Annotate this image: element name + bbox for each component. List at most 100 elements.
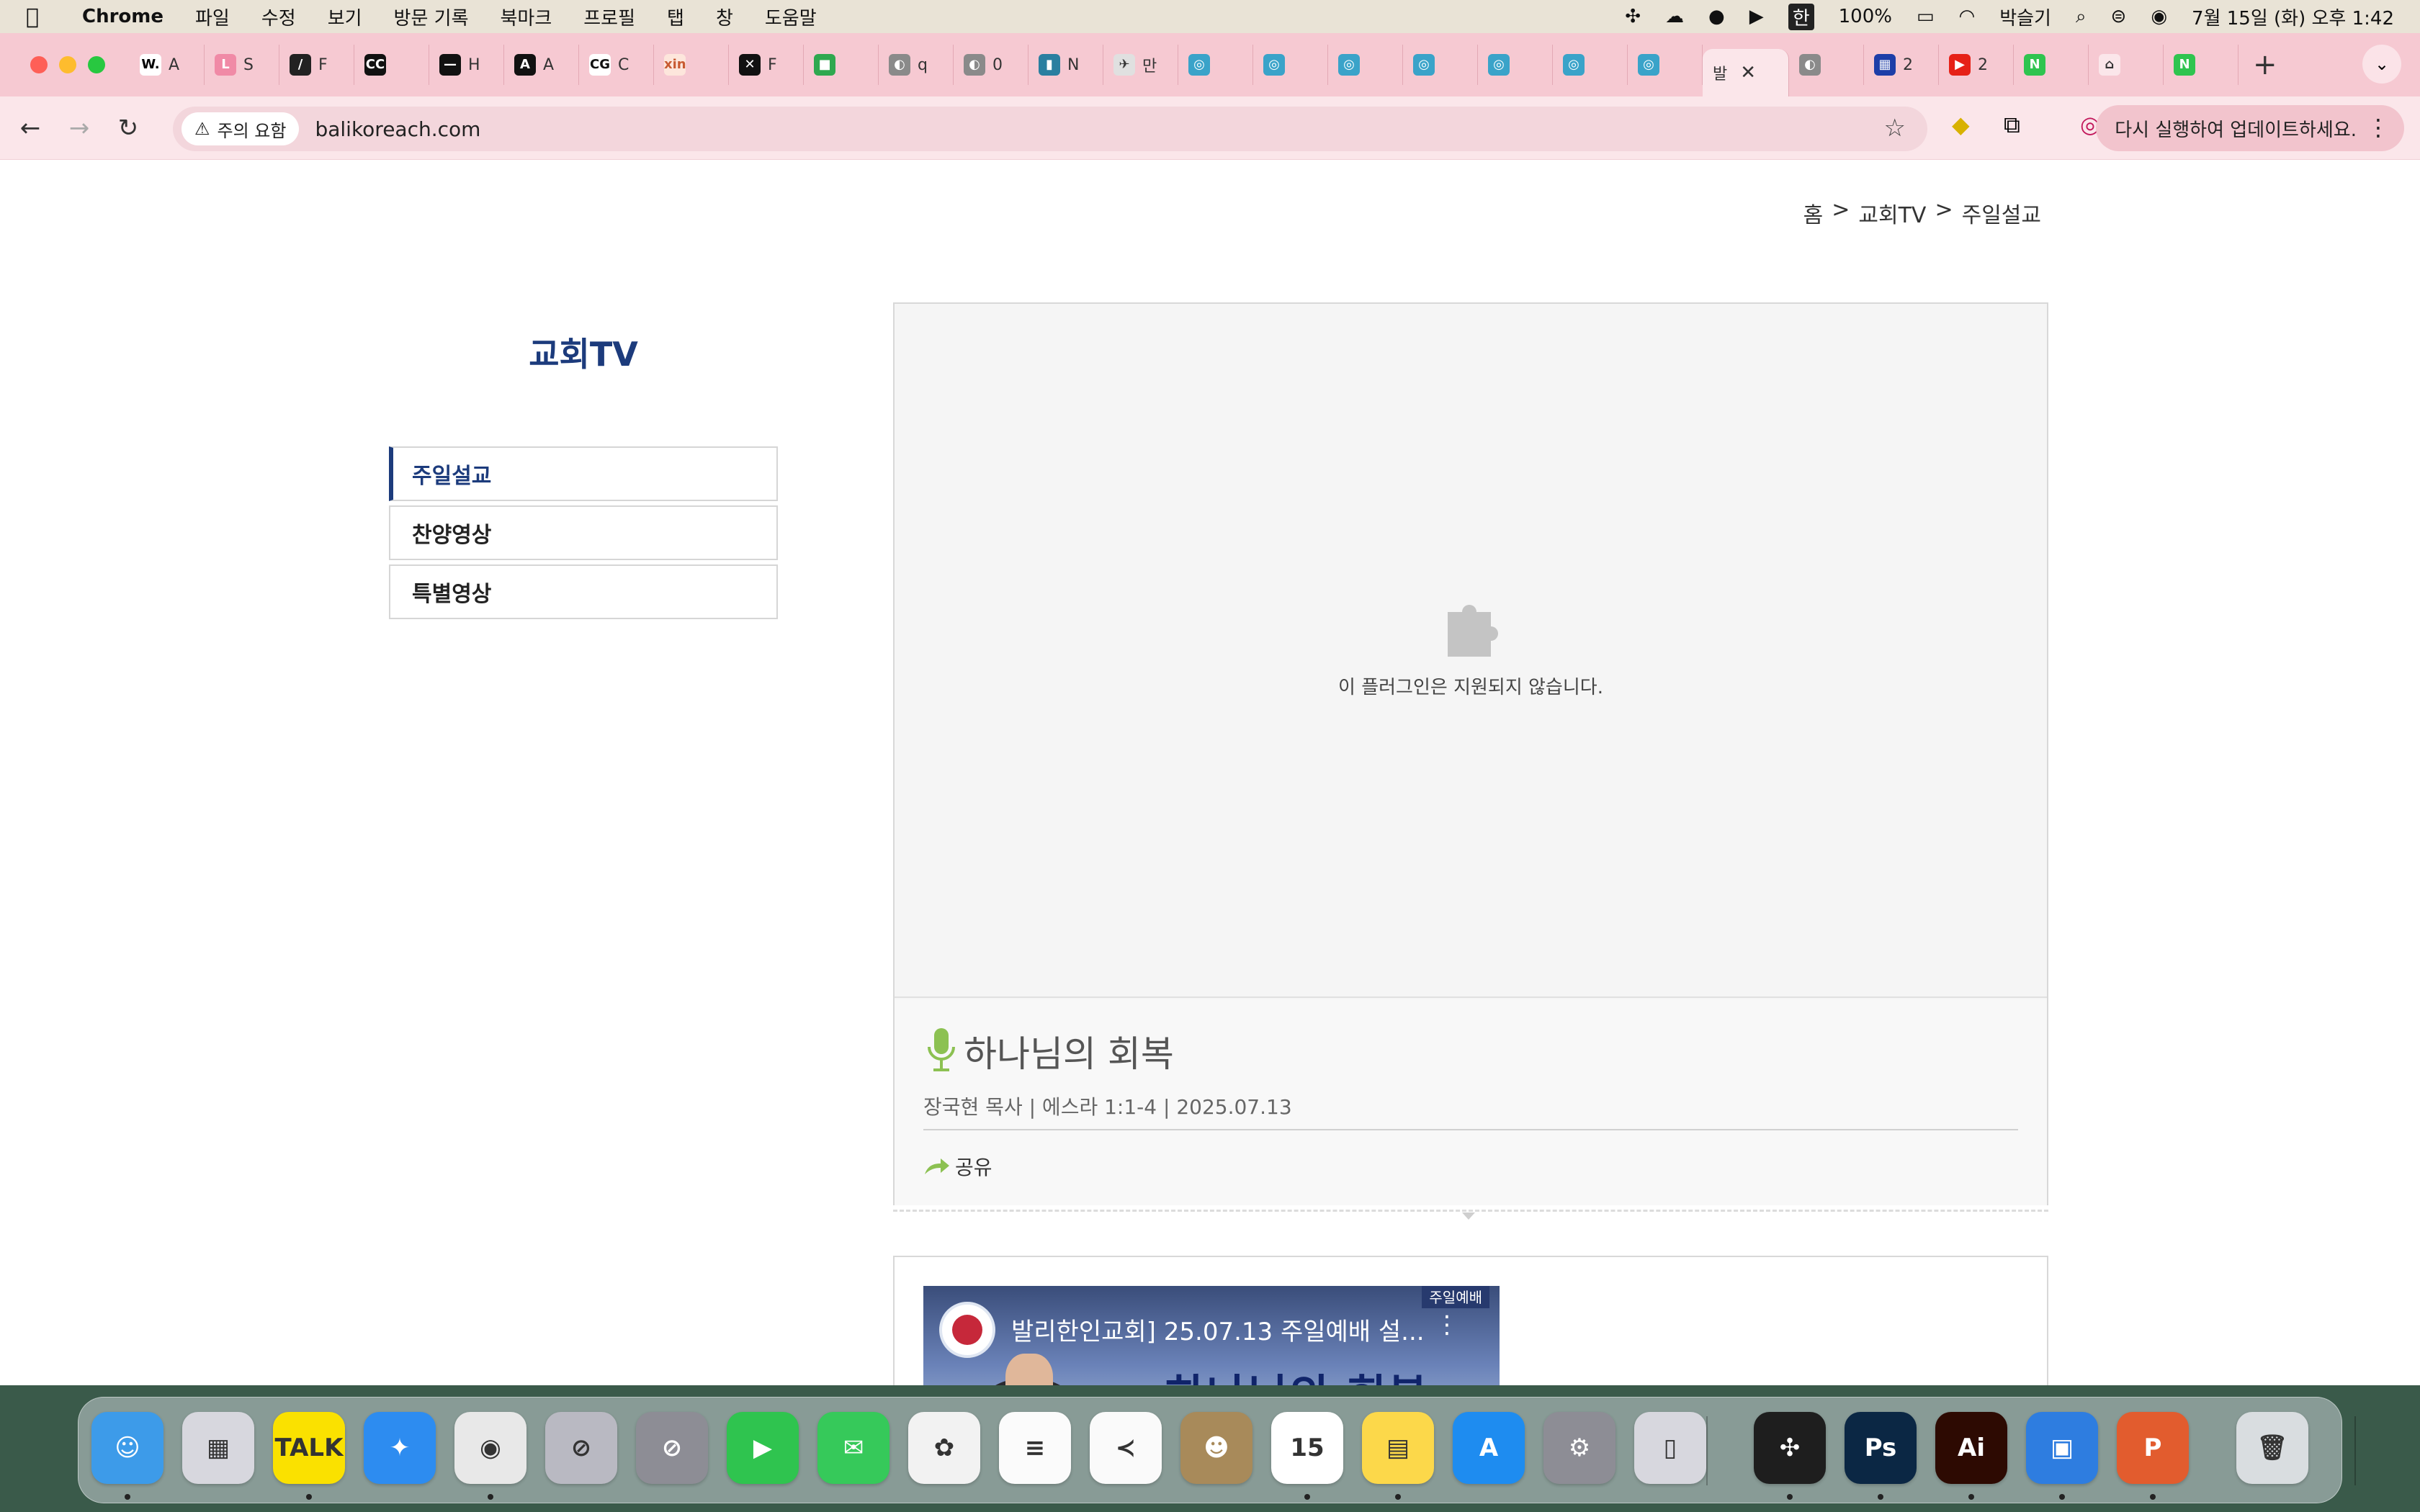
browser-tab[interactable]: ▮ N xyxy=(1028,45,1103,85)
notification-app-icon[interactable]: ● xyxy=(1708,6,1725,27)
menu-tab[interactable]: 탭 xyxy=(667,4,684,30)
channel-avatar[interactable] xyxy=(939,1302,995,1358)
bookmark-star-icon[interactable]: ☆ xyxy=(1884,114,1906,143)
browser-tab[interactable]: / F xyxy=(279,45,354,85)
browser-tab[interactable]: N xyxy=(2164,45,2238,85)
menu-profiles[interactable]: 프로필 xyxy=(583,4,635,30)
dock-vscode-icon[interactable]: ≺ xyxy=(1090,1412,1162,1484)
unsupported-plugin-area[interactable]: 이 플러그인은 지원되지 않습니다. xyxy=(895,304,2047,998)
browser-tab[interactable]: ◐ 0 xyxy=(954,45,1028,85)
browser-tab[interactable]: ◎ xyxy=(1628,45,1703,85)
browser-tab[interactable]: ▦ 2 xyxy=(1864,45,1939,85)
url-text[interactable]: balikoreach.com xyxy=(315,117,480,141)
dock-reminders-icon[interactable]: ≡ xyxy=(999,1412,1071,1484)
dock-kakaotalk-icon[interactable]: TALK xyxy=(273,1412,345,1484)
figma-menubar-icon[interactable]: ✣ xyxy=(1625,6,1641,27)
dock-figma-icon[interactable]: ✣ xyxy=(1754,1412,1826,1484)
more-menu-icon[interactable]: ⋮ xyxy=(2367,114,2390,141)
dock-calendar-icon[interactable]: 15 xyxy=(1271,1412,1343,1484)
breadcrumb-home[interactable]: 홈 xyxy=(1803,197,1824,229)
dock-photoshop-icon[interactable]: Ps xyxy=(1845,1412,1917,1484)
dock-trash-icon[interactable]: 🗑 xyxy=(2236,1412,2308,1484)
sidebar-item-sunday-sermon[interactable]: 주일설교 xyxy=(389,446,778,501)
dock-facetime-icon[interactable]: ▶ xyxy=(727,1412,799,1484)
menu-file[interactable]: 파일 xyxy=(195,4,230,30)
browser-tab[interactable]: ◎ xyxy=(1553,45,1628,85)
creative-cloud-icon[interactable]: ☁ xyxy=(1665,6,1684,27)
dock-launchpad-icon[interactable]: ▦ xyxy=(182,1412,254,1484)
wifi-icon[interactable]: ◠ xyxy=(1959,6,1976,27)
zoom-window-button[interactable] xyxy=(88,56,105,73)
browser-tab[interactable]: ⌂ xyxy=(2089,45,2164,85)
dock-claquette-icon[interactable]: ⊘ xyxy=(545,1412,617,1484)
address-bar[interactable]: ⚠ 주의 요함 balikoreach.com ☆ xyxy=(173,107,1927,151)
share-button[interactable]: 공유 xyxy=(923,1152,992,1181)
browser-tab[interactable]: CC xyxy=(354,45,429,85)
dock-toolbox-icon[interactable]: ▣ xyxy=(2026,1412,2098,1484)
tab-active[interactable]: 발 ✕ xyxy=(1703,49,1789,96)
browser-tab[interactable]: LS xyxy=(205,45,279,85)
extensions-puzzle-icon[interactable]: ⧉ xyxy=(2004,111,2020,139)
close-window-button[interactable] xyxy=(30,56,48,73)
browser-tab[interactable]: ◎ xyxy=(1328,45,1403,85)
browser-tab[interactable]: ◎ xyxy=(1253,45,1328,85)
sidebar-item-special-video[interactable]: 특별영상 xyxy=(389,564,778,619)
sidebar-item-praise-video[interactable]: 찬양영상 xyxy=(389,505,778,560)
menu-window[interactable]: 창 xyxy=(716,4,733,30)
browser-tab[interactable]: AA xyxy=(504,45,579,85)
dock-messages-icon[interactable]: ✉ xyxy=(817,1412,889,1484)
dock-notes-icon[interactable]: ▤ xyxy=(1362,1412,1434,1484)
battery-icon[interactable]: ▭ xyxy=(1917,6,1935,27)
breadcrumb-church-tv[interactable]: 교회TV xyxy=(1858,197,1926,229)
input-source-indicator[interactable]: 한 xyxy=(1788,3,1814,30)
close-tab-icon[interactable]: ✕ xyxy=(1740,62,1756,84)
menu-history[interactable]: 방문 기록 xyxy=(394,4,469,30)
dock-settings-icon[interactable]: ⚙ xyxy=(1543,1412,1615,1484)
browser-tab[interactable]: xin xyxy=(654,45,729,85)
dock-appstore-icon[interactable]: A xyxy=(1453,1412,1525,1484)
browser-tab[interactable]: W. A xyxy=(130,45,205,85)
spotlight-search-icon[interactable]: ⌕ xyxy=(2076,6,2087,28)
menu-view[interactable]: 보기 xyxy=(328,4,362,30)
browser-tab[interactable]: ◎ xyxy=(1403,45,1478,85)
minimize-window-button[interactable] xyxy=(59,56,76,73)
dock-iphone-mirroring-icon[interactable]: ▯ xyxy=(1634,1412,1706,1484)
browser-tab[interactable]: ◐ xyxy=(1789,45,1864,85)
tab-search-chevron-icon[interactable]: ⌄ xyxy=(2362,45,2401,84)
menu-help[interactable]: 도움말 xyxy=(765,4,817,30)
back-arrow-icon[interactable]: ← xyxy=(6,114,55,143)
dock-chrome-icon[interactable]: ◉ xyxy=(454,1412,526,1484)
menu-edit[interactable]: 수정 xyxy=(261,4,296,30)
menu-bookmarks[interactable]: 북마크 xyxy=(501,4,552,30)
youtube-embed[interactable]: 주일예배 발리한인교회] 25.07.13 주일예배 설... ⋮ 하나님의 회… xyxy=(923,1286,1500,1385)
reload-icon[interactable]: ↻ xyxy=(104,114,153,143)
browser-tab[interactable]: ■ xyxy=(804,45,879,85)
browser-tab[interactable]: ✕ F xyxy=(729,45,804,85)
siri-icon[interactable]: ◉ xyxy=(2151,6,2167,27)
dock-illustrator-icon[interactable]: Ai xyxy=(1935,1412,2007,1484)
control-center-icon[interactable]: ⊜ xyxy=(2111,6,2127,27)
dock-prohibit-icon[interactable]: ⊘ xyxy=(636,1412,708,1484)
forward-arrow-icon[interactable]: → xyxy=(55,114,104,143)
extension-yellow-icon[interactable]: ◆ xyxy=(1952,111,1970,138)
dock-finder-icon[interactable]: ☺ xyxy=(91,1412,163,1484)
dock-contacts-icon[interactable]: ☻ xyxy=(1180,1412,1252,1484)
security-warning-chip[interactable]: ⚠ 주의 요함 xyxy=(182,112,300,145)
user-name[interactable]: 박슬기 xyxy=(1999,4,2051,30)
video-title[interactable]: 발리한인교회] 25.07.13 주일예배 설... xyxy=(1011,1312,1425,1347)
app-menu-chrome[interactable]: Chrome xyxy=(82,6,163,27)
browser-tab[interactable]: — H xyxy=(429,45,504,85)
browser-tab[interactable]: ◐ q xyxy=(879,45,954,85)
browser-tab[interactable]: ◎ xyxy=(1178,45,1253,85)
browser-tab[interactable]: CG C xyxy=(579,45,654,85)
play-icon[interactable]: ▶ xyxy=(1749,6,1764,27)
dock-photos-icon[interactable]: ✿ xyxy=(908,1412,980,1484)
video-more-icon[interactable]: ⋮ xyxy=(1435,1310,1459,1339)
dock-safari-icon[interactable]: ✦ xyxy=(364,1412,436,1484)
browser-tab[interactable]: ✈ 만 xyxy=(1103,45,1178,85)
browser-tab[interactable]: N xyxy=(2014,45,2089,85)
relaunch-update-button[interactable]: 다시 실행하여 업데이트하세요. ⋮ xyxy=(2096,105,2404,151)
browser-tab[interactable]: ▶ 2 xyxy=(1939,45,2014,85)
browser-tab[interactable]: ◎ xyxy=(1478,45,1553,85)
menubar-clock[interactable]: 7월 15일 (화) 오후 1:42 xyxy=(2192,4,2394,30)
